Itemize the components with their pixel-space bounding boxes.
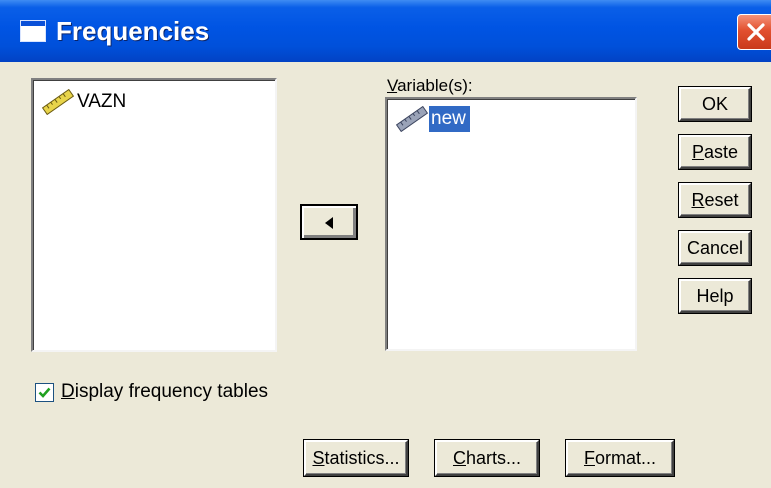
format-button[interactable]: Format... [566, 440, 674, 476]
scale-variable-icon [41, 89, 75, 115]
statistics-label: tatistics... [324, 448, 400, 468]
list-item-label: VAZN [77, 91, 127, 112]
target-variable-list[interactable]: new [385, 97, 637, 351]
format-mnemonic: F [583, 448, 595, 468]
checkbox-mnemonic: D [61, 381, 75, 402]
paste-mnemonic: P [691, 142, 704, 162]
list-item-label: new [429, 106, 470, 132]
statistics-mnemonic: S [312, 448, 325, 468]
checkbox-label: Display frequency tables [61, 381, 268, 403]
paste-label: aste [703, 142, 739, 162]
move-variable-button[interactable] [300, 204, 358, 240]
window-app-icon [20, 20, 46, 42]
cancel-label: Cancel [686, 238, 744, 258]
list-item[interactable]: new [395, 105, 470, 133]
list-item[interactable]: VAZN [41, 88, 130, 116]
ok-label: OK [701, 94, 728, 114]
ok-button[interactable]: OK [679, 87, 751, 121]
window-title: Frequencies [56, 16, 210, 46]
format-label: ormat... [594, 448, 656, 468]
display-frequency-tables-checkbox[interactable] [35, 382, 54, 402]
statistics-button[interactable]: Statistics... [304, 440, 408, 476]
reset-mnemonic: R [691, 190, 705, 210]
variables-label: Variable(s): [387, 76, 473, 96]
variables-label-mnemonic: V [387, 76, 398, 95]
source-variable-list[interactable]: VAZN [31, 78, 277, 352]
variables-label-text: ariable(s): [397, 76, 473, 95]
charts-label: harts... [465, 448, 522, 468]
arrow-left-icon [325, 217, 333, 229]
help-label: Help [696, 286, 734, 306]
display-frequency-tables-option[interactable]: Display frequency tables [35, 379, 268, 405]
scale-variable-icon [395, 106, 429, 132]
cancel-button[interactable]: Cancel [679, 231, 751, 265]
reset-label: eset [704, 190, 739, 210]
reset-button[interactable]: Reset [679, 183, 751, 217]
charts-mnemonic: C [452, 448, 466, 468]
title-bar[interactable]: Frequencies [0, 0, 771, 62]
checkmark-icon [38, 387, 51, 398]
close-button[interactable] [737, 14, 771, 50]
help-button[interactable]: Help [679, 279, 751, 313]
checkbox-label-text: isplay frequency tables [74, 381, 269, 402]
frequencies-dialog: Frequencies VAZN Variable(s): new OK Pas… [0, 0, 771, 488]
paste-button[interactable]: Paste [679, 135, 751, 169]
close-icon [747, 23, 765, 41]
charts-button[interactable]: Charts... [435, 440, 539, 476]
